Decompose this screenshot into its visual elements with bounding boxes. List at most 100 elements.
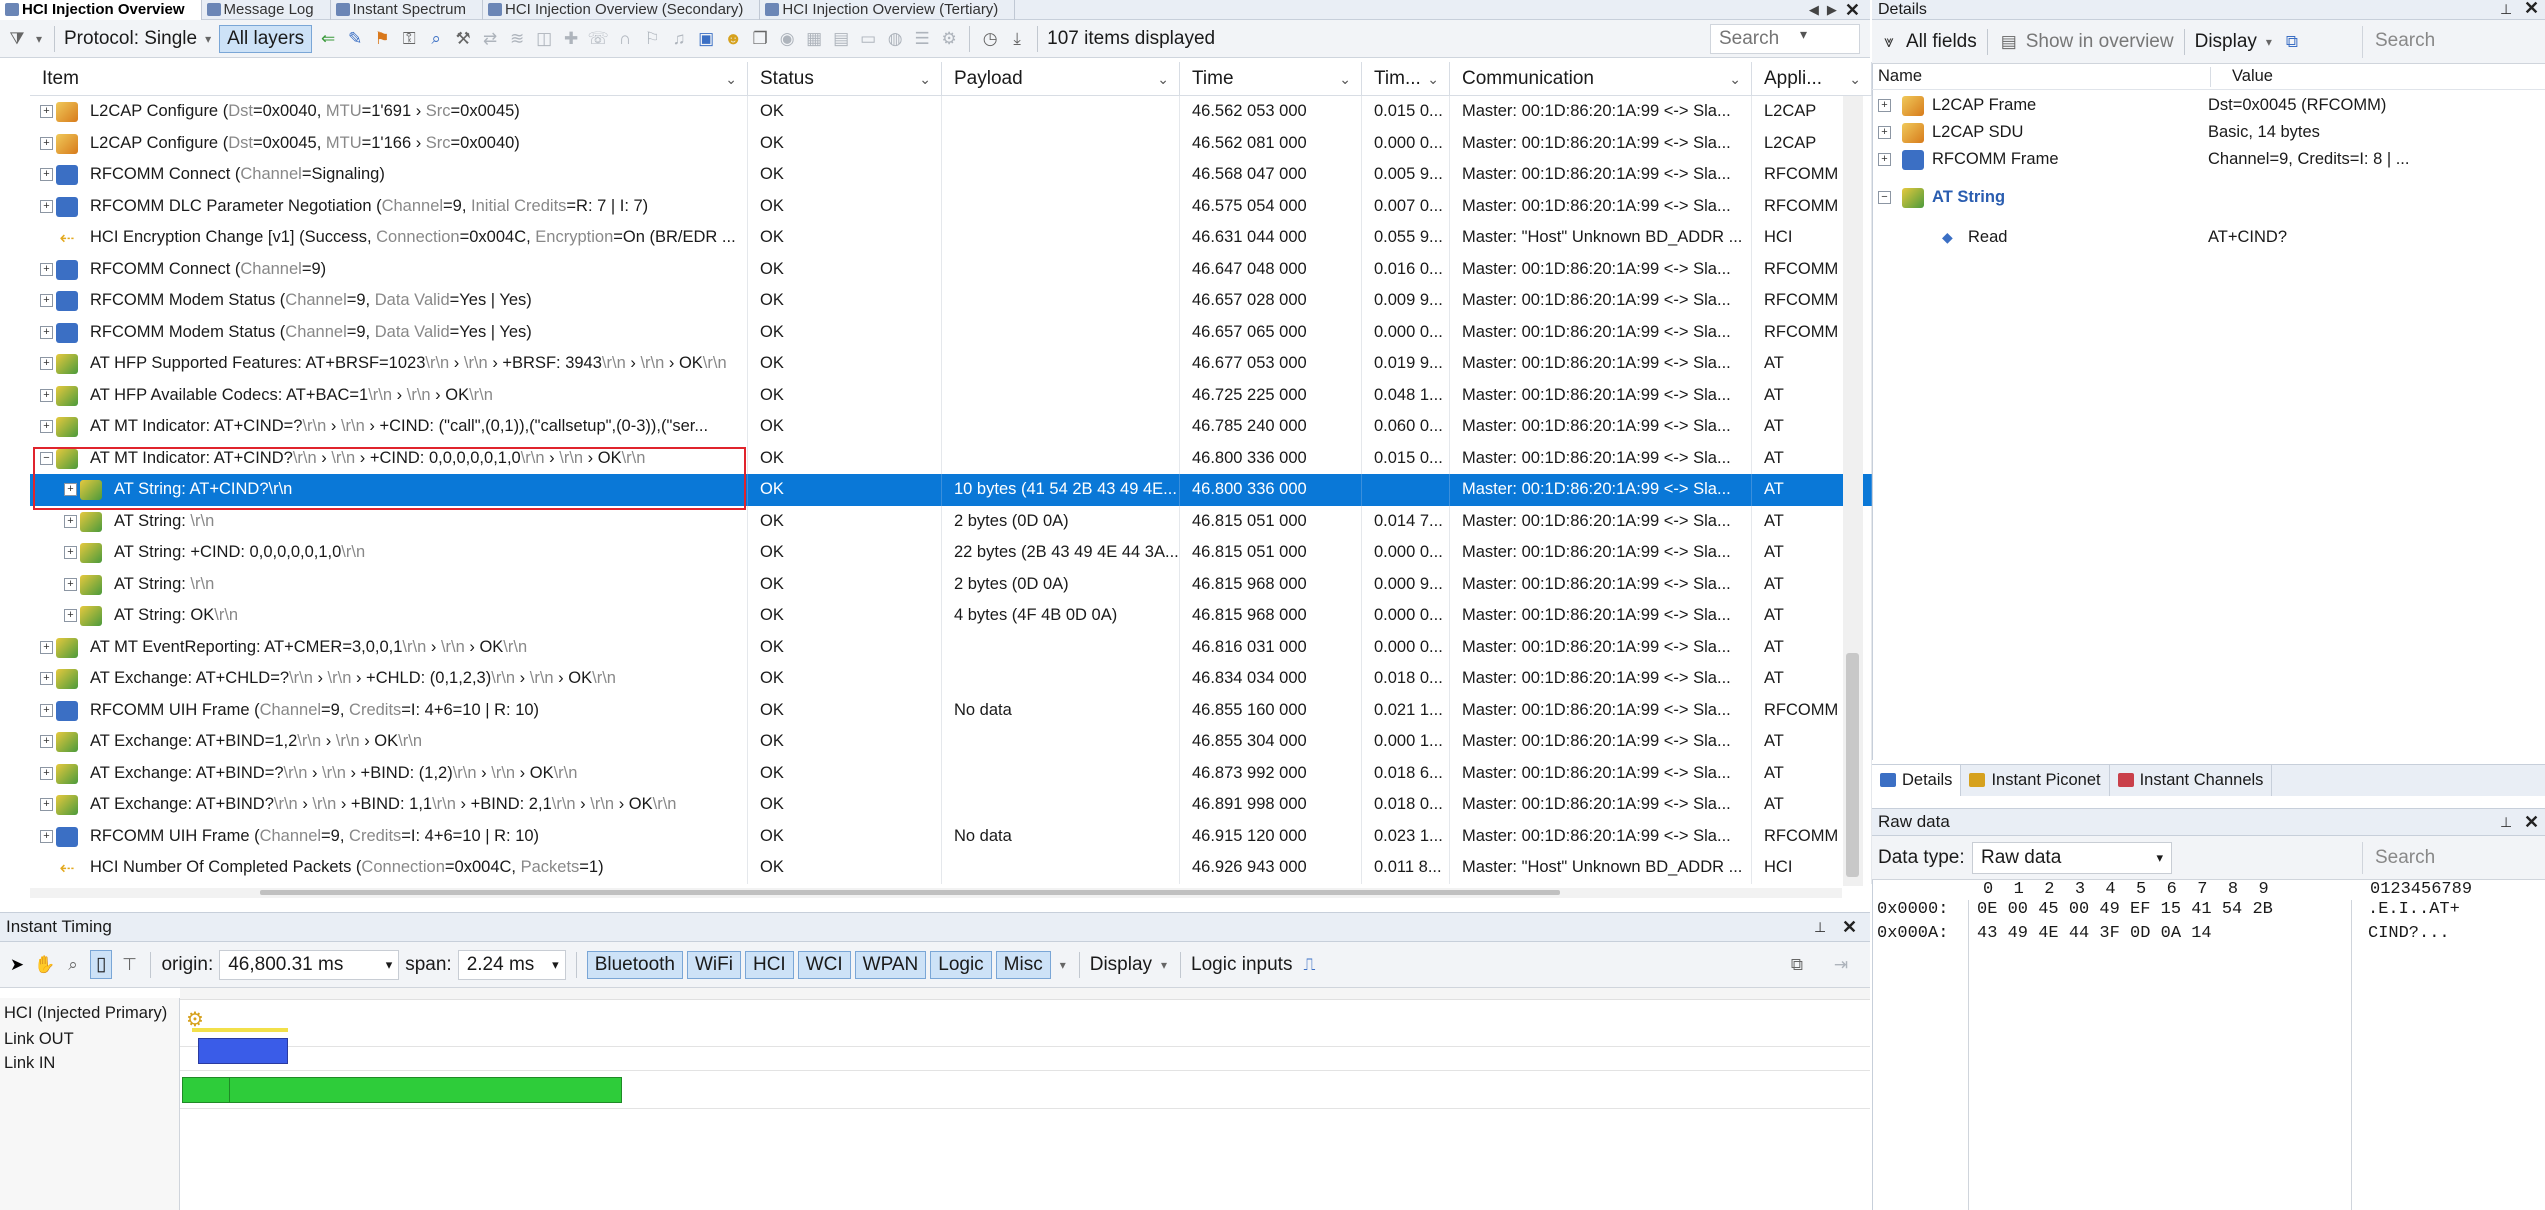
pin-icon[interactable]: ⊥ [2500, 809, 2512, 835]
layout-toggle-icon[interactable]: ▯ [90, 950, 113, 979]
zoom-icon[interactable]: ⌕ [62, 954, 84, 976]
overview-icon[interactable]: ▤ [1998, 31, 2020, 53]
column-header-6[interactable]: Appli... ⌄ [1752, 62, 1872, 96]
filter-wpan-button[interactable]: WPAN [854, 950, 927, 979]
table-row[interactable]: + L2CAP Configure (Dst=0x0045, MTU=1'166 … [30, 127, 1872, 159]
column-header-3[interactable]: Time ⌄ [1180, 62, 1362, 96]
name-column-header[interactable]: Name [1878, 67, 1922, 86]
mouse-icon[interactable]: ◫ [533, 28, 555, 50]
filter-hci-button[interactable]: HCI [744, 950, 794, 979]
close-icon[interactable]: ✕ [1842, 913, 1857, 941]
tab-3[interactable]: HCI Injection Overview (Secondary) [483, 0, 761, 20]
details-row[interactable]: + RFCOMM Frame Channel=9, Credits=I: 8 | .… [1872, 146, 2545, 173]
table-row[interactable]: + RFCOMM Connect (Channel=Signaling) OK 46.… [30, 159, 1872, 191]
expand-icon[interactable]: + [40, 294, 53, 307]
grid-icon[interactable]: ▦ [803, 28, 825, 50]
all-fields-button[interactable]: All fields [1906, 31, 1977, 53]
table-row[interactable]: + AT String: \r\n OK 2 bytes (0D 0A) 46.815 … [30, 505, 1872, 537]
expand-icon[interactable]: + [1878, 153, 1891, 166]
export-icon[interactable]: ⧉ [2281, 31, 2303, 53]
waveform-icon[interactable]: ⎍ [1298, 954, 1320, 976]
copy-icon[interactable]: ❐ [749, 28, 771, 50]
book-icon[interactable]: ▤ [830, 28, 852, 50]
details-tab-1[interactable]: Instant Piconet [1961, 765, 2110, 796]
expand-icon[interactable]: + [40, 640, 53, 654]
details-tab-0[interactable]: Details [1872, 765, 1962, 796]
tab-4[interactable]: HCI Injection Overview (Tertiary) [760, 0, 1016, 20]
globe-icon[interactable]: ◍ [884, 28, 906, 50]
link-in-bar[interactable] [182, 1077, 622, 1103]
wrench-icon[interactable]: ⚒ [452, 28, 474, 50]
table-row[interactable]: + AT String: \r\n OK 2 bytes (0D 0A) 46.815 … [30, 568, 1872, 600]
table-row[interactable]: + RFCOMM Modem Status (Channel=9, Data Va… [30, 316, 1872, 348]
table-row[interactable]: + AT Exchange: AT+BIND?\r\n › \r\n › +BIN… [30, 789, 1872, 821]
column-header-0[interactable]: Item ⌄ [30, 62, 748, 96]
expand-icon[interactable]: + [1878, 126, 1891, 139]
link-out-bar[interactable] [198, 1038, 288, 1064]
filter-misc-button[interactable]: Misc [995, 950, 1051, 979]
table-row[interactable]: + AT Exchange: AT+BIND=1,2\r\n › \r\n › O… [30, 726, 1872, 758]
expand-icon[interactable]: + [40, 105, 53, 118]
horizontal-scroll-thumb[interactable] [260, 890, 1560, 895]
tab-2[interactable]: Instant Spectrum [331, 0, 483, 20]
flag-icon[interactable]: ⚐ [641, 28, 663, 50]
music-icon[interactable]: ♫ [668, 28, 690, 50]
details-search-input[interactable]: Search [2362, 26, 2542, 58]
key-icon[interactable]: ⚿ [398, 28, 420, 50]
expand-icon[interactable]: + [64, 609, 77, 622]
wave-icon[interactable]: ≋ [506, 28, 528, 50]
expand-icon[interactable]: + [40, 199, 53, 213]
pin-icon[interactable]: ⊥ [1814, 913, 1826, 941]
phone-icon[interactable]: ☏ [587, 28, 609, 50]
tab-0[interactable]: HCI Injection Overview [0, 0, 202, 20]
expand-icon[interactable]: + [40, 420, 53, 433]
expand-icon[interactable]: + [1878, 99, 1891, 112]
search-dropdown-icon[interactable]: ▾ [1800, 26, 1807, 43]
pencil-icon[interactable]: ✎ [344, 28, 366, 50]
expand-icon[interactable]: + [40, 388, 53, 402]
table-row[interactable]: + AT MT Indicator: AT+CIND=?\r\n › \r\n ›… [30, 411, 1872, 443]
image-icon[interactable]: ▣ [695, 28, 717, 50]
jump-icon[interactable]: ⇥ [1830, 954, 1852, 976]
details-read-row[interactable]: ◆ Read AT+CIND? [1872, 224, 2545, 251]
expand-icon[interactable]: + [40, 325, 53, 339]
ascii-bytes[interactable]: .E.I..AT+ [2368, 900, 2460, 919]
column-header-2[interactable]: Payload ⌄ [942, 62, 1180, 96]
all-layers-button[interactable]: All layers [219, 24, 313, 53]
data-type-select[interactable]: Raw data ▾ [1972, 842, 2172, 874]
clock-icon[interactable]: ◷ [979, 28, 1001, 50]
details-row[interactable]: + L2CAP SDU Basic, 14 bytes [1872, 119, 2545, 146]
expand-icon[interactable]: + [40, 168, 53, 181]
table-row[interactable]: + RFCOMM DLC Parameter Negotiation (Chann… [30, 190, 1872, 222]
table-row[interactable]: + RFCOMM Modem Status (Channel=9, Data Va… [30, 285, 1872, 317]
display-menu[interactable]: Display [2195, 31, 2257, 53]
details-row[interactable]: + L2CAP Frame Dst=0x0045 (RFCOMM) [1872, 92, 2545, 119]
expand-icon[interactable]: + [40, 136, 53, 150]
vertical-scroll-thumb[interactable] [1846, 653, 1859, 877]
chevron-down-icon[interactable]: ▾ [1057, 954, 1069, 976]
display-menu[interactable]: Display [1090, 954, 1152, 976]
list-icon[interactable]: ☰ [911, 28, 933, 50]
column-header-1[interactable]: Status ⌄ [748, 62, 942, 96]
column-header-5[interactable]: Communication ⌄ [1450, 62, 1752, 96]
raw-search-input[interactable]: Search [2362, 842, 2542, 874]
back-arrow-icon[interactable]: ⇐ [317, 28, 339, 50]
filter-dropdown-icon[interactable]: ▾ [33, 28, 45, 50]
close-icon[interactable]: ✕ [2524, 0, 2539, 18]
filter-bluetooth-button[interactable]: Bluetooth [586, 950, 683, 979]
tab-left-arrow-icon[interactable]: ◀ [1809, 2, 1819, 18]
value-column-header[interactable]: Value [2232, 67, 2273, 86]
plus-cross-icon[interactable]: ✚ [560, 28, 582, 50]
bookmark-icon[interactable]: ⚑ [371, 28, 393, 50]
hci-injected-bar[interactable] [192, 1028, 288, 1032]
filter-wifi-button[interactable]: WiFi [687, 950, 741, 979]
table-row[interactable]: + L2CAP Configure (Dst=0x0040, MTU=1'691 … [30, 96, 1872, 128]
tab-right-arrow-icon[interactable]: ▶ [1827, 2, 1837, 18]
table-row[interactable]: + RFCOMM UIH Frame (Channel=9, Credits=I:… [30, 820, 1872, 852]
show-in-overview-button[interactable]: Show in overview [2026, 31, 2174, 53]
origin-field[interactable]: 46,800.31 ms ▾ [219, 949, 400, 980]
details-tab-2[interactable]: Instant Channels [2110, 765, 2273, 796]
pin-icon[interactable]: ⊥ [2500, 0, 2512, 19]
hex-bytes[interactable]: 43 49 4E 44 3F 0D 0A 14 [1977, 924, 2212, 943]
pointer-icon[interactable]: ➤ [6, 954, 28, 976]
